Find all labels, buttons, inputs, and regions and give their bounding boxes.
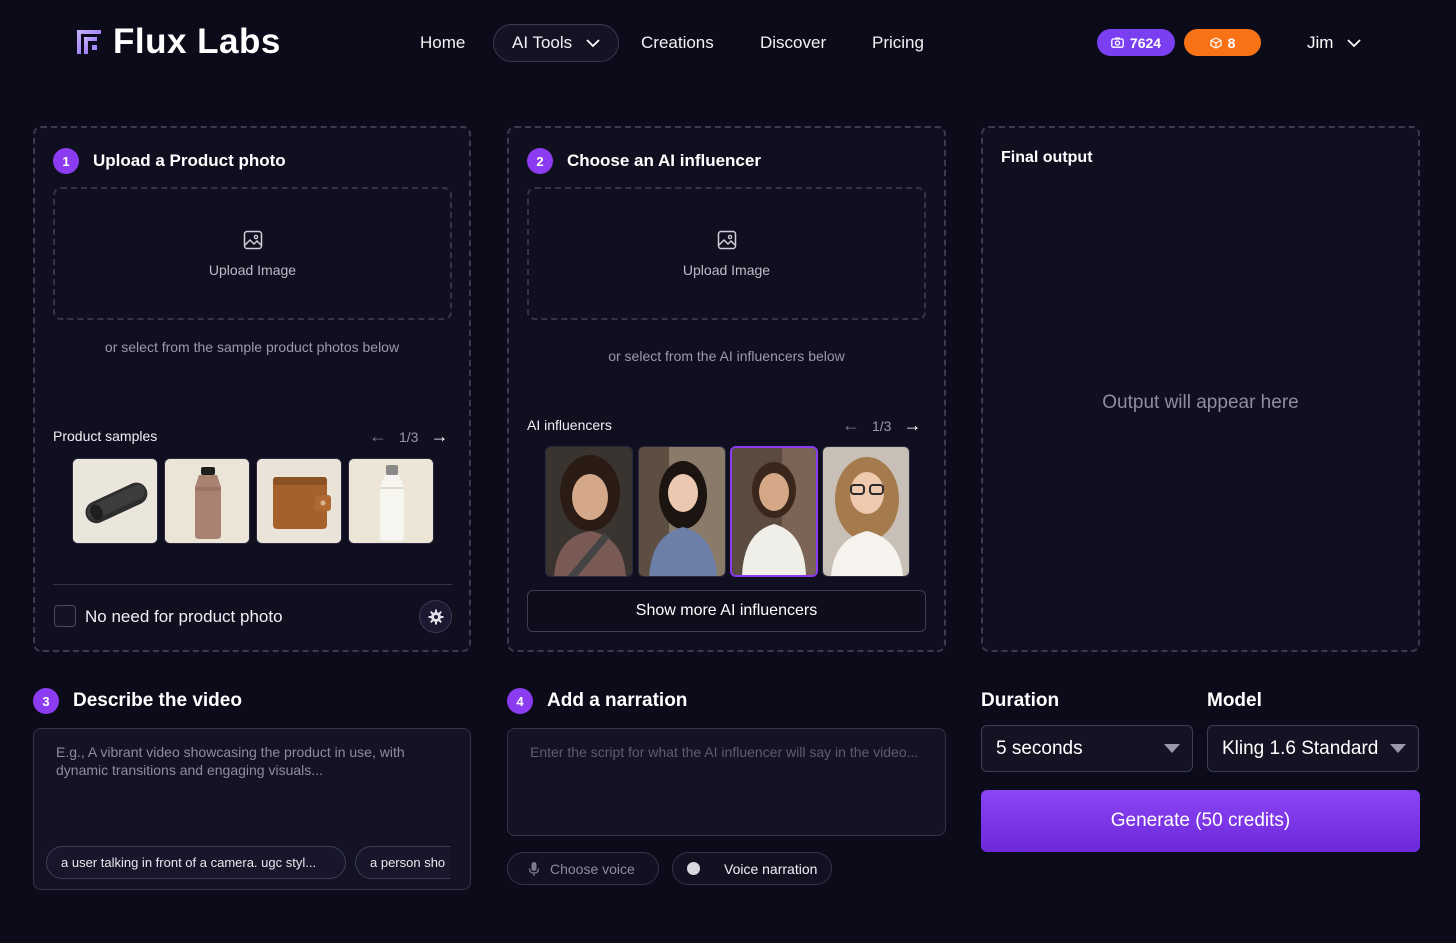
model-select[interactable]: Kling 1.6 Standard [1207, 725, 1419, 772]
product-photo-panel: 1 Upload a Product photo Upload Image or… [33, 126, 471, 652]
model-value: Kling 1.6 Standard [1222, 737, 1379, 759]
microphone-icon [528, 861, 540, 876]
brown-bottle-image [165, 459, 249, 543]
influencer-card[interactable] [638, 446, 726, 577]
user-name: Jim [1307, 33, 1334, 52]
nav-discover[interactable]: Discover [760, 24, 826, 62]
top-header: Flux Labs Home AI Tools Creations Discov… [0, 0, 1456, 88]
influencers-label: AI influencers [527, 417, 612, 433]
step-3-badge: 3 [33, 688, 59, 714]
cube-icon [1209, 36, 1222, 49]
step-2-title: Choose an AI influencer [567, 151, 761, 170]
sample-white-bottle[interactable] [348, 458, 434, 544]
product-samples-label: Product samples [53, 428, 158, 444]
narration-script-input[interactable]: Enter the script for what the AI influen… [507, 728, 946, 836]
influencer-card[interactable] [545, 446, 633, 577]
output-placeholder: Output will appear here [1102, 392, 1299, 413]
duration-label: Duration [981, 690, 1060, 711]
influencer-portrait [546, 447, 632, 576]
step-1-title: Upload a Product photo [93, 151, 286, 170]
arrow-right-icon[interactable]: → [430, 426, 448, 447]
credits-badge[interactable]: 7624 [1097, 29, 1175, 56]
gems-count: 8 [1227, 34, 1236, 51]
final-output-panel: Final output Output will appear here [981, 126, 1420, 652]
no-product-photo-label: No need for product photo [85, 607, 283, 626]
nav-home[interactable]: Home [420, 24, 465, 62]
user-menu[interactable]: Jim [1307, 30, 1362, 56]
step-2-badge: 2 [527, 148, 553, 174]
influencer-hint: or select from the AI influencers below [608, 348, 845, 364]
step-3-title: Describe the video [73, 690, 242, 711]
brand-name: Flux Labs [113, 22, 281, 61]
camera-icon [1111, 37, 1124, 48]
caret-down-icon [1390, 744, 1406, 753]
step-3-header: 3 Describe the video [33, 688, 242, 714]
credits-count: 7624 [1129, 34, 1162, 51]
product-pager-count: 1/3 [399, 428, 419, 445]
duration-select[interactable]: 5 seconds [981, 725, 1193, 772]
step-1-header: 1 Upload a Product photo [53, 148, 286, 174]
product-upload-label: Upload Image [208, 261, 297, 278]
influencer-card-selected[interactable] [730, 446, 818, 577]
wallet-image [257, 459, 341, 543]
video-description-placeholder: E.g., A vibrant video showcasing the pro… [56, 744, 405, 778]
gems-badge[interactable]: 8 [1184, 29, 1261, 56]
duration-value: 5 seconds [996, 737, 1083, 759]
step-4-badge: 4 [507, 688, 533, 714]
influencer-card[interactable] [822, 446, 910, 577]
image-icon [717, 230, 736, 249]
influencer-upload-label: Upload Image [682, 261, 771, 278]
influencers-pager: ← 1/3 → [842, 415, 921, 436]
influencer-portrait [639, 447, 725, 576]
chevron-down-icon [586, 38, 600, 47]
show-more-influencers-button[interactable]: Show more AI influencers [527, 590, 926, 632]
product-hint: or select from the sample product photos… [104, 339, 400, 355]
white-bottle-image [349, 459, 433, 543]
chevron-down-icon [1347, 38, 1362, 47]
model-label: Model [1207, 690, 1262, 711]
arrow-left-icon[interactable]: ← [842, 415, 860, 436]
influencer-panel: 2 Choose an AI influencer Upload Image o… [507, 126, 946, 652]
arrow-left-icon[interactable]: ← [369, 426, 387, 447]
step-2-header: 2 Choose an AI influencer [527, 148, 761, 174]
choose-voice-label: Choose voice [550, 860, 635, 877]
video-description-input[interactable]: E.g., A vibrant video showcasing the pro… [33, 728, 471, 890]
nav-creations[interactable]: Creations [641, 24, 714, 62]
arrow-right-icon[interactable]: → [903, 415, 921, 436]
sample-speaker[interactable] [72, 458, 158, 544]
voice-narration-label: Voice narration [724, 860, 818, 877]
voice-narration-toggle[interactable]: Voice narration [672, 852, 832, 885]
toggle-knob [687, 862, 700, 875]
generate-button[interactable]: Generate (50 credits) [981, 790, 1420, 852]
influencer-pager-count: 1/3 [872, 417, 892, 434]
no-product-photo-checkbox[interactable] [54, 605, 76, 627]
product-upload-dropzone[interactable]: Upload Image [53, 187, 452, 320]
final-output-title: Final output [1001, 149, 1093, 166]
influencer-portrait [732, 448, 816, 575]
narration-placeholder: Enter the script for what the AI influen… [530, 744, 919, 760]
sample-wallet[interactable] [256, 458, 342, 544]
image-icon [243, 230, 262, 249]
step-4-title: Add a narration [547, 690, 688, 711]
nav-ai-tools-label: AI Tools [512, 33, 573, 52]
prompt-suggestion-chip[interactable]: a person sho [355, 846, 450, 879]
influencer-portrait [823, 447, 909, 576]
settings-button[interactable] [419, 600, 452, 633]
flux-logo-icon [77, 30, 101, 54]
gear-icon [428, 609, 443, 624]
sample-brown-bottle[interactable] [164, 458, 250, 544]
caret-down-icon [1164, 744, 1180, 753]
product-samples-pager: ← 1/3 → [369, 426, 448, 447]
choose-voice-button[interactable]: Choose voice [507, 852, 659, 885]
nav-pricing[interactable]: Pricing [872, 24, 924, 62]
step-1-badge: 1 [53, 148, 79, 174]
brand-logo[interactable]: Flux Labs [75, 24, 281, 60]
speaker-image [73, 459, 157, 543]
step-4-header: 4 Add a narration [507, 688, 687, 714]
influencer-upload-dropzone[interactable]: Upload Image [527, 187, 926, 320]
nav-ai-tools[interactable]: AI Tools [493, 24, 620, 62]
panel-divider [53, 584, 452, 585]
prompt-suggestion-chip[interactable]: a user talking in front of a camera. ugc… [46, 846, 346, 879]
